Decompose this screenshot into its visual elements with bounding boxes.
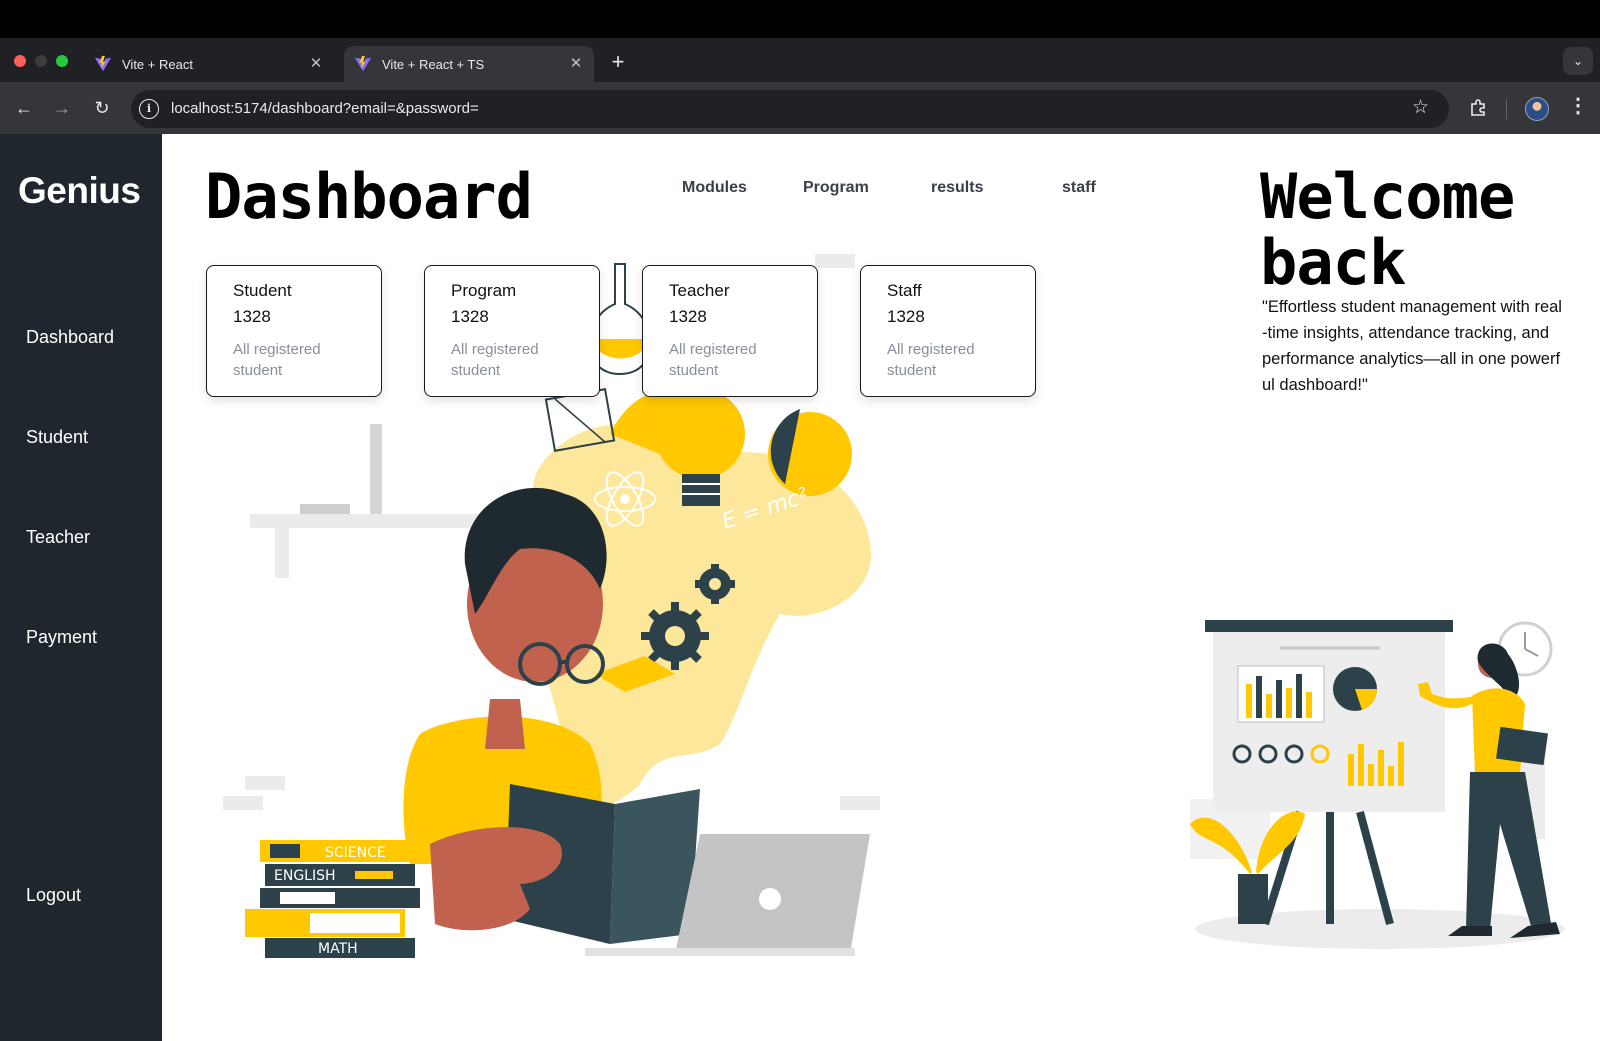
- minimize-window-button[interactable]: [35, 55, 47, 67]
- card-value: 1328: [887, 307, 925, 326]
- card-value: 1328: [233, 307, 271, 326]
- stat-card-staff[interactable]: Staff 1328 All registered student: [860, 265, 1036, 397]
- os-menu-bar: [0, 0, 1600, 38]
- site-info-icon[interactable]: i: [139, 99, 159, 119]
- page-title: Dashboard: [205, 160, 533, 233]
- nav-link-program[interactable]: Program: [803, 179, 869, 197]
- book-label-math: MATH: [318, 941, 358, 957]
- nav-link-results[interactable]: results: [931, 179, 983, 197]
- card-title: Program: [451, 281, 517, 300]
- logout-button[interactable]: Logout: [26, 885, 81, 906]
- tab-title: Vite + React + TS: [382, 56, 485, 72]
- sidebar: Genius Dashboard Student Teacher Payment…: [0, 134, 162, 1041]
- stat-card-student[interactable]: Student 1328 All registered student: [206, 265, 382, 397]
- close-tab-icon[interactable]: ✕: [308, 56, 324, 72]
- url-text[interactable]: localhost:5174/dashboard?email=&password…: [171, 100, 479, 117]
- nav-link-staff[interactable]: staff: [1062, 179, 1096, 197]
- vite-logo-icon: [94, 55, 112, 72]
- profile-avatar[interactable]: [1525, 97, 1549, 121]
- card-title: Teacher: [669, 281, 730, 300]
- card-title: Staff: [887, 281, 922, 300]
- close-tab-icon[interactable]: ✕: [568, 56, 584, 72]
- card-description: All registered student: [451, 341, 539, 379]
- reload-icon[interactable]: ↻: [90, 96, 114, 120]
- close-window-button[interactable]: [14, 55, 26, 67]
- presentation-illustration: [1190, 620, 1565, 949]
- forward-arrow-icon[interactable]: →: [50, 96, 74, 120]
- welcome-heading: Welcome back: [1260, 160, 1515, 299]
- card-value: 1328: [451, 307, 489, 326]
- browser-tab-active[interactable]: Vite + React + TS ✕: [344, 46, 594, 82]
- vite-logo-icon: [354, 55, 372, 72]
- back-arrow-icon[interactable]: ←: [12, 96, 36, 120]
- brand-logo[interactable]: Genius: [18, 170, 141, 212]
- card-description: All registered student: [887, 341, 975, 379]
- card-value: 1328: [669, 307, 707, 326]
- sidebar-item-dashboard[interactable]: Dashboard: [26, 327, 114, 348]
- app-viewport: Genius Dashboard Student Teacher Payment…: [0, 134, 1600, 1041]
- extensions-icon[interactable]: [1469, 97, 1489, 117]
- sidebar-item-teacher[interactable]: Teacher: [26, 527, 90, 548]
- card-description: All registered student: [669, 341, 757, 379]
- toolbar-divider: [1506, 99, 1507, 119]
- browser-menu-icon[interactable]: ⋮: [1568, 94, 1588, 118]
- bookmark-star-icon[interactable]: ☆: [1412, 96, 1429, 119]
- stat-card-program[interactable]: Program 1328 All registered student: [424, 265, 600, 397]
- welcome-quote: "Effortless student management with real…: [1262, 298, 1562, 394]
- tab-title: Vite + React: [122, 56, 193, 72]
- book-label-science: SCIENCE: [325, 845, 386, 861]
- browser-tab[interactable]: Vite + React ✕: [84, 46, 334, 82]
- stat-card-teacher[interactable]: Teacher 1328 All registered student: [642, 265, 818, 397]
- sidebar-item-payment[interactable]: Payment: [26, 627, 97, 648]
- card-description: All registered student: [233, 341, 321, 379]
- nav-link-modules[interactable]: Modules: [682, 179, 747, 197]
- book-label-english: ENGLISH: [274, 868, 336, 884]
- sidebar-item-student[interactable]: Student: [26, 427, 88, 448]
- maximize-window-button[interactable]: [56, 55, 68, 67]
- card-title: Student: [233, 281, 292, 300]
- tab-search-button[interactable]: ⌄: [1563, 47, 1593, 75]
- new-tab-button[interactable]: +: [604, 48, 632, 76]
